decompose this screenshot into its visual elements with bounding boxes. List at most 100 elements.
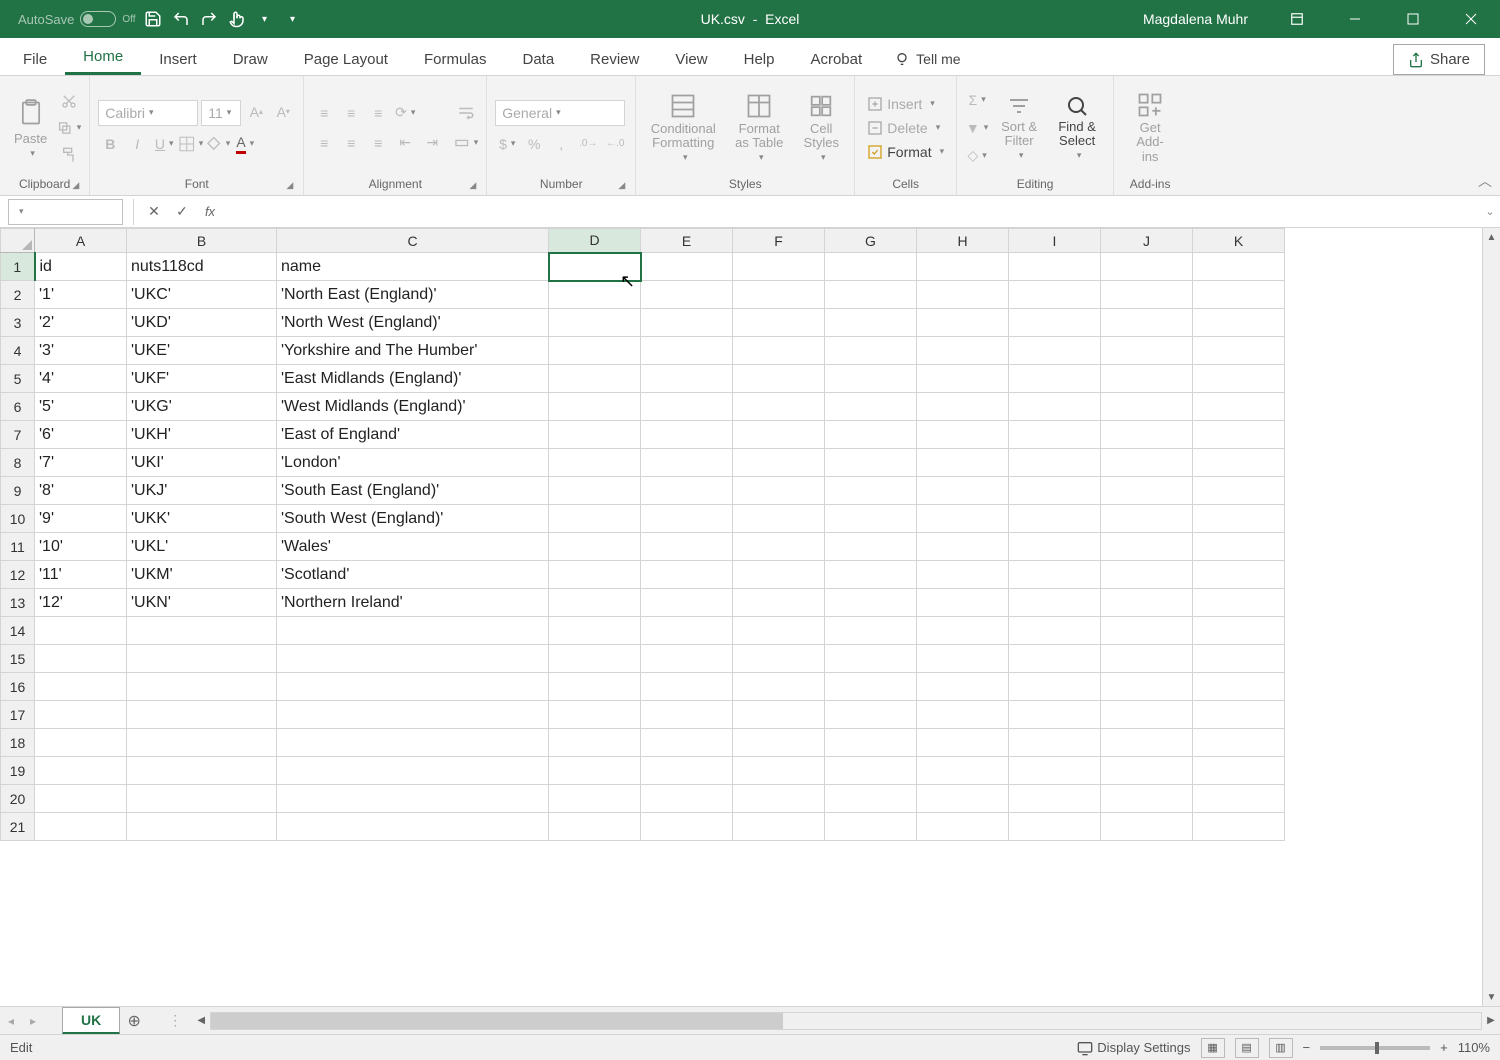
cell[interactable]	[1009, 813, 1101, 841]
font-color-icon[interactable]: A	[233, 132, 257, 156]
cell[interactable]	[1101, 477, 1193, 505]
cell[interactable]	[825, 281, 917, 309]
tab-page-layout[interactable]: Page Layout	[286, 43, 406, 75]
cell[interactable]	[1009, 477, 1101, 505]
horizontal-scrollbar[interactable]	[210, 1012, 1482, 1030]
cell[interactable]	[733, 253, 825, 281]
tab-view[interactable]: View	[657, 43, 725, 75]
cell[interactable]: '5'	[35, 393, 127, 421]
cell[interactable]	[1009, 701, 1101, 729]
tab-acrobat[interactable]: Acrobat	[792, 43, 880, 75]
percent-icon[interactable]: %	[522, 132, 546, 156]
cell[interactable]	[1009, 533, 1101, 561]
cell[interactable]	[733, 757, 825, 785]
cell[interactable]	[917, 645, 1009, 673]
cell[interactable]	[549, 701, 641, 729]
cell[interactable]: '12'	[35, 589, 127, 617]
cell[interactable]	[1101, 589, 1193, 617]
cell[interactable]	[549, 281, 641, 309]
cell[interactable]: 'North West (England)'	[277, 309, 549, 337]
cell[interactable]	[549, 589, 641, 617]
column-header[interactable]: E	[641, 229, 733, 253]
column-header[interactable]: I	[1009, 229, 1101, 253]
cell[interactable]: 'UKH'	[127, 421, 277, 449]
cell[interactable]	[641, 533, 733, 561]
cell[interactable]	[641, 645, 733, 673]
row-header[interactable]: 5	[1, 365, 35, 393]
cell[interactable]: '4'	[35, 365, 127, 393]
cell[interactable]	[733, 309, 825, 337]
cell[interactable]: '9'	[35, 505, 127, 533]
cell[interactable]	[825, 309, 917, 337]
cell[interactable]	[549, 673, 641, 701]
zoom-out-icon[interactable]: −	[1303, 1040, 1311, 1055]
cell[interactable]: 'North East (England)'	[277, 281, 549, 309]
qat-dropdown-icon[interactable]: ▾	[254, 8, 276, 30]
sort-filter-button[interactable]: Sort & Filter	[993, 92, 1045, 164]
cell[interactable]	[1193, 365, 1285, 393]
cell[interactable]	[641, 337, 733, 365]
add-sheet-icon[interactable]: ⊕	[120, 1011, 148, 1031]
cell[interactable]: 'UKK'	[127, 505, 277, 533]
cell[interactable]	[1101, 505, 1193, 533]
cell[interactable]: '2'	[35, 309, 127, 337]
tab-draw[interactable]: Draw	[215, 43, 286, 75]
cell[interactable]: '3'	[35, 337, 127, 365]
cell[interactable]	[549, 645, 641, 673]
cell[interactable]	[1193, 393, 1285, 421]
cell[interactable]	[1009, 393, 1101, 421]
tab-formulas[interactable]: Formulas	[406, 43, 505, 75]
italic-icon[interactable]: I	[125, 132, 149, 156]
row-header[interactable]: 7	[1, 421, 35, 449]
cell[interactable]	[1009, 421, 1101, 449]
page-break-view-icon[interactable]: ▥	[1269, 1038, 1293, 1058]
cell[interactable]	[825, 617, 917, 645]
row-header[interactable]: 12	[1, 561, 35, 589]
cell[interactable]	[825, 253, 917, 281]
cell[interactable]	[641, 365, 733, 393]
cell[interactable]	[733, 365, 825, 393]
cell[interactable]	[733, 337, 825, 365]
cell[interactable]	[1009, 253, 1101, 281]
tab-home[interactable]: Home	[65, 40, 141, 75]
cell[interactable]	[1009, 617, 1101, 645]
cell[interactable]: id	[35, 253, 127, 281]
cell[interactable]	[1101, 253, 1193, 281]
dialog-launcher-icon[interactable]: ◢	[469, 180, 476, 191]
cell[interactable]	[825, 785, 917, 813]
cell[interactable]	[733, 701, 825, 729]
cell[interactable]	[277, 673, 549, 701]
cell[interactable]	[1193, 645, 1285, 673]
conditional-formatting-button[interactable]: Conditional Formatting	[644, 90, 722, 166]
increase-font-icon[interactable]: A▴	[244, 100, 268, 124]
cell[interactable]	[733, 477, 825, 505]
cell[interactable]: 'Yorkshire and The Humber'	[277, 337, 549, 365]
confirm-edit-icon[interactable]: ✓	[168, 199, 196, 225]
cell[interactable]	[1009, 757, 1101, 785]
row-header[interactable]: 21	[1, 813, 35, 841]
cell[interactable]	[1193, 449, 1285, 477]
cell[interactable]	[825, 561, 917, 589]
sheet-tab[interactable]: UK	[62, 1007, 120, 1035]
ribbon-options-icon[interactable]	[1268, 0, 1326, 38]
cell[interactable]	[641, 561, 733, 589]
wrap-text-icon[interactable]	[454, 101, 478, 125]
cell[interactable]	[1193, 757, 1285, 785]
cell[interactable]	[549, 309, 641, 337]
cell[interactable]	[733, 673, 825, 701]
cell[interactable]	[35, 757, 127, 785]
cell[interactable]: 'South East (England)'	[277, 477, 549, 505]
cell[interactable]	[1101, 813, 1193, 841]
maximize-icon[interactable]	[1384, 0, 1442, 38]
cell[interactable]: 'UKD'	[127, 309, 277, 337]
cell[interactable]	[733, 281, 825, 309]
cell[interactable]	[1101, 673, 1193, 701]
cell[interactable]	[825, 365, 917, 393]
cell[interactable]	[549, 505, 641, 533]
cell[interactable]: '6'	[35, 421, 127, 449]
row-header[interactable]: 3	[1, 309, 35, 337]
row-header[interactable]: 14	[1, 617, 35, 645]
cell[interactable]	[1193, 729, 1285, 757]
cell[interactable]	[917, 701, 1009, 729]
cell[interactable]	[35, 729, 127, 757]
